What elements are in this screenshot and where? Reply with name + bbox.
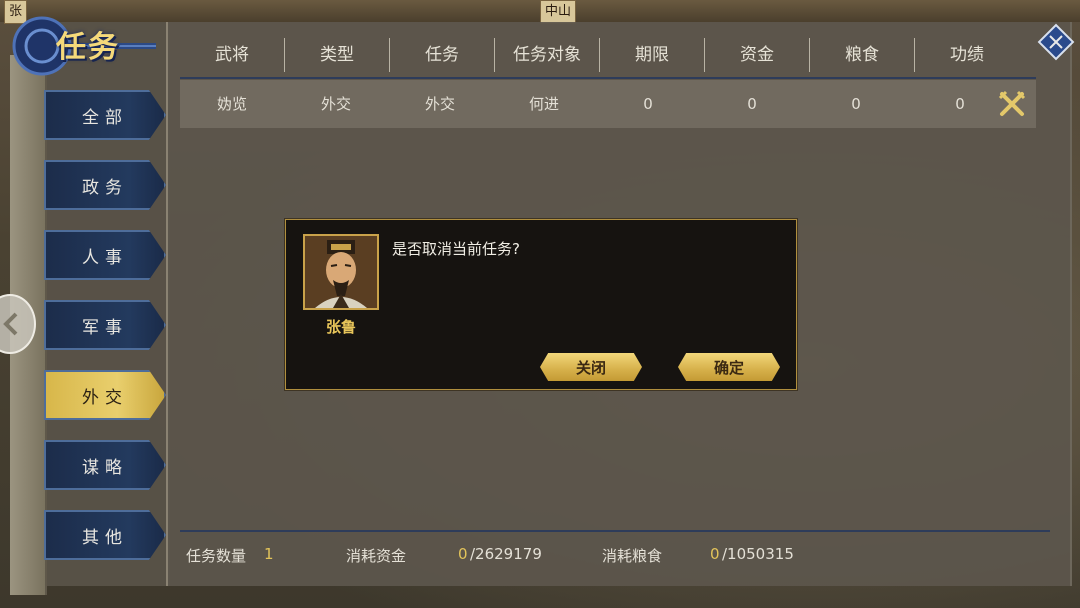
category-all-button[interactable]: 全部 xyxy=(44,90,166,140)
header-divider xyxy=(180,77,1036,79)
hero-portrait-icon xyxy=(305,236,377,308)
category-strategy-button[interactable]: 谋略 xyxy=(44,440,166,490)
footer-divider xyxy=(180,530,1050,532)
funds-total: /2629179 xyxy=(470,545,542,563)
scroll-badge-icon[interactable] xyxy=(1036,22,1076,62)
category-other-button[interactable]: 其他 xyxy=(44,510,166,560)
category-label: 谋略 xyxy=(82,457,128,478)
column-header: 资金 xyxy=(705,38,810,72)
cell-food: 0 xyxy=(851,95,861,113)
column-header: 粮食 xyxy=(810,38,915,72)
category-government-button[interactable]: 政务 xyxy=(44,160,166,210)
task-count-value: 1 xyxy=(264,545,274,563)
table-header: 武将 类型 任务 任务对象 期限 资金 粮食 功绩 xyxy=(180,34,1050,76)
category-label: 全部 xyxy=(82,107,128,128)
table-row[interactable]: 妫览 外交 外交 何进 0 0 0 0 xyxy=(180,80,1036,128)
funds-used: 0 xyxy=(458,545,468,563)
column-header: 期限 xyxy=(600,38,705,72)
close-button-label: 关闭 xyxy=(575,358,606,377)
cell-funds: 0 xyxy=(747,95,757,113)
category-label: 外交 xyxy=(82,387,128,408)
confirm-button[interactable]: 确定 xyxy=(678,353,780,381)
category-military-button[interactable]: 军事 xyxy=(44,300,166,350)
column-header: 任务对象 xyxy=(495,38,600,72)
column-header: 类型 xyxy=(285,38,390,72)
cell-type: 外交 xyxy=(320,95,351,113)
category-label: 军事 xyxy=(82,317,128,338)
task-count-label: 任务数量 xyxy=(186,547,247,565)
dialog-message: 是否取消当前任务? xyxy=(392,240,520,258)
close-button[interactable]: 关闭 xyxy=(540,353,642,381)
side-toggle-button[interactable] xyxy=(0,294,36,354)
food-label: 消耗粮食 xyxy=(602,547,663,565)
crossed-swords-icon[interactable] xyxy=(996,88,1028,120)
cell-target: 何进 xyxy=(528,95,559,113)
chevron-left-icon xyxy=(3,312,18,336)
food-used: 0 xyxy=(710,545,720,563)
funds-label: 消耗资金 xyxy=(346,547,407,565)
category-personnel-button[interactable]: 人事 xyxy=(44,230,166,280)
column-header: 武将 xyxy=(180,38,285,72)
map-city-label: 中山 xyxy=(540,0,577,24)
category-label: 其他 xyxy=(82,527,128,548)
cell-duration: 0 xyxy=(643,95,653,113)
column-header: 功绩 xyxy=(950,45,984,65)
category-diplomacy-button[interactable]: 外交 xyxy=(44,370,166,420)
hero-name: 张鲁 xyxy=(325,318,356,336)
category-label: 政务 xyxy=(82,177,128,198)
category-label: 人事 xyxy=(82,247,128,268)
confirm-button-label: 确定 xyxy=(713,358,744,377)
panel-title: 任务 xyxy=(56,30,120,65)
cancel-task-dialog: 张鲁 是否取消当前任务? 关闭 确定 xyxy=(285,219,797,390)
food-total: /1050315 xyxy=(722,545,794,563)
column-header: 任务 xyxy=(390,38,495,72)
cell-general: 妫览 xyxy=(216,95,247,113)
cell-task: 外交 xyxy=(424,95,455,113)
hero-portrait xyxy=(303,234,379,310)
